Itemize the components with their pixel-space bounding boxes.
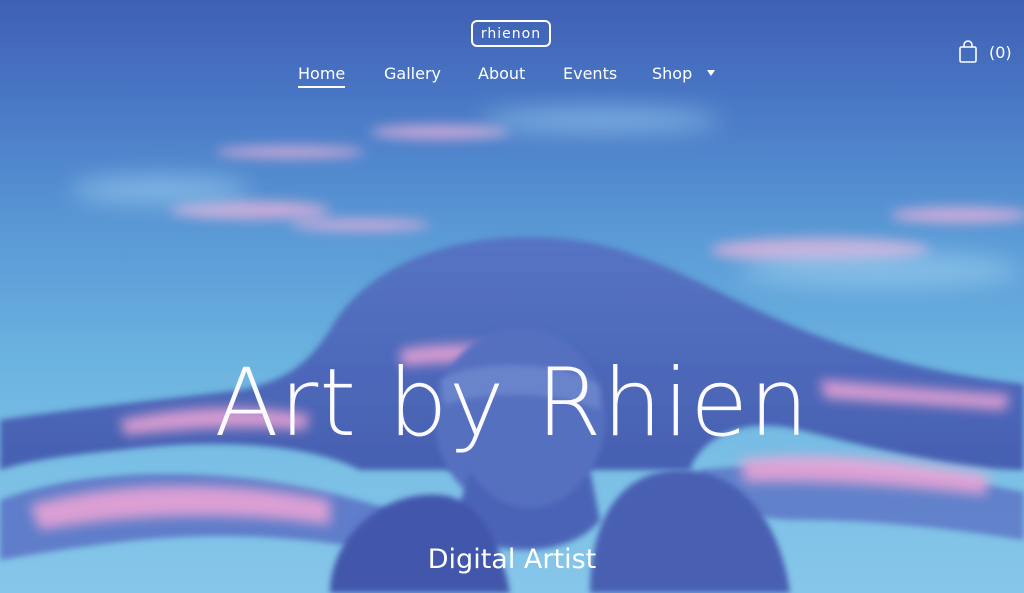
nav-home[interactable]: Home <box>298 62 346 88</box>
hero-title: Art by Rhien <box>214 349 810 458</box>
cart-button[interactable]: (0) <box>958 40 1012 64</box>
pink-clouds <box>170 125 1024 262</box>
hero-subtitle: Digital Artist <box>427 544 597 575</box>
site-logo[interactable]: rhienon <box>471 20 551 47</box>
shopping-bag-icon <box>959 40 977 63</box>
nav-shop[interactable]: Shop <box>652 62 692 86</box>
main-navigation: Home Gallery About Events Shop <box>0 62 1024 88</box>
hero-artwork <box>0 108 1024 593</box>
nav-events[interactable]: Events <box>563 62 617 86</box>
cart-count: (0) <box>989 42 1012 62</box>
chevron-down-icon[interactable] <box>707 70 715 76</box>
nav-gallery[interactable]: Gallery <box>384 62 441 86</box>
hero-banner: rhienon Home Gallery About Events Shop (… <box>0 0 1024 593</box>
nav-about[interactable]: About <box>478 62 525 86</box>
